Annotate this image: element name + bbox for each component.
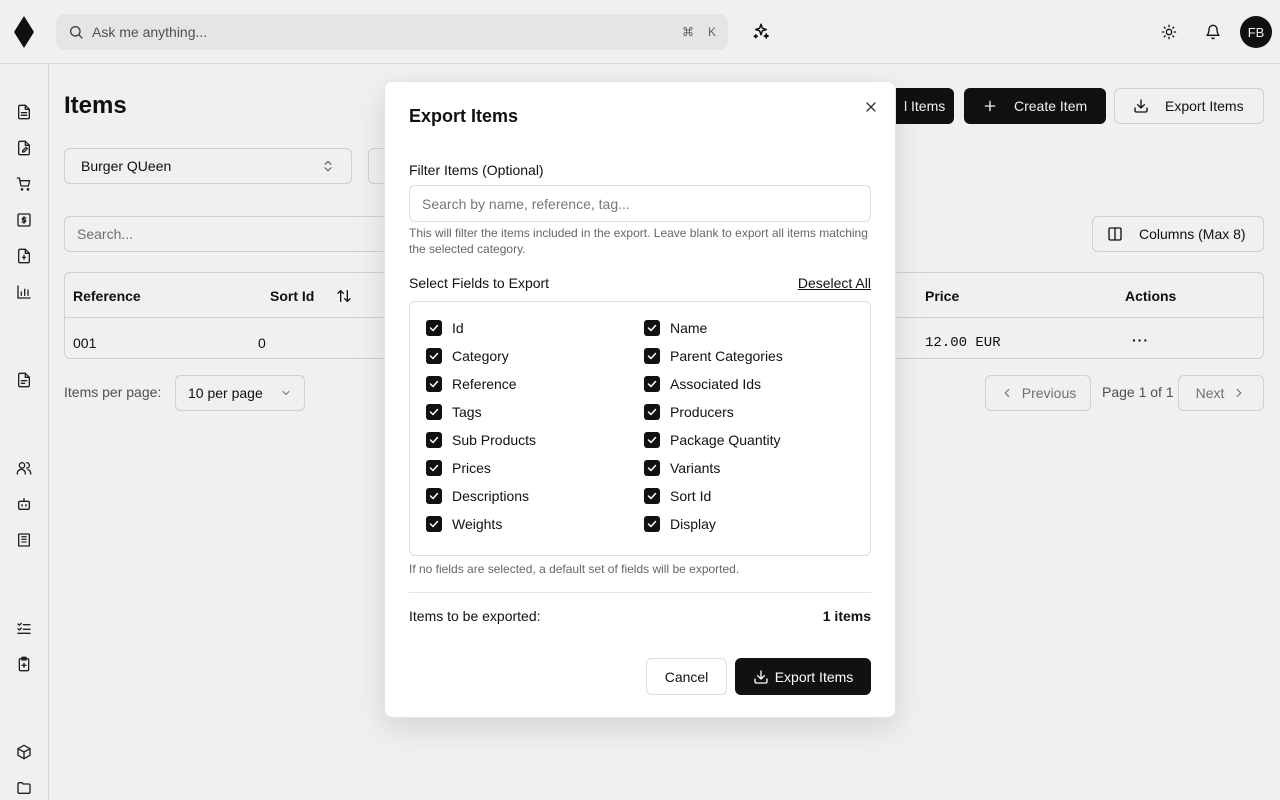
checkbox-checked[interactable] [644,516,660,532]
check-icon [429,352,439,360]
check-icon [647,380,657,388]
dialog-title: Export Items [409,106,519,126]
check-icon [429,380,439,388]
checkbox-checked[interactable] [644,404,660,420]
check-icon [429,492,439,500]
checkbox-checked[interactable] [426,404,442,420]
export-count-value: 1 items [822,608,871,624]
checkbox-checked[interactable] [644,488,660,504]
deselect-all-button[interactable]: Deselect All [798,275,871,291]
field-option-label: Reference [452,376,517,392]
check-icon [429,324,439,332]
checkbox-checked[interactable] [644,460,660,476]
check-icon [647,436,657,444]
check-icon [429,436,439,444]
field-option-label: Name [670,320,708,336]
field-option-label: Associated Ids [670,376,762,392]
field-option[interactable]: Parent Categories [644,348,783,364]
close-icon[interactable] [863,99,879,115]
checkbox-checked[interactable] [426,488,442,504]
field-option-label: Weights [452,516,503,532]
check-icon [429,520,439,528]
field-option-label: Package Quantity [670,432,781,448]
field-option[interactable]: Producers [644,404,734,420]
fields-label: Select Fields to Export [409,275,550,291]
export-items-dialog: Export Items Filter Items (Optional) Thi… [384,81,896,718]
checkbox-checked[interactable] [644,376,660,392]
filter-help-text: This will filter the items included in t… [409,226,868,256]
field-option-label: Tags [452,404,482,420]
download-icon [754,669,768,684]
checkbox-checked[interactable] [644,432,660,448]
field-option[interactable]: Prices [426,460,491,476]
filter-label: Filter Items (Optional) [409,162,544,178]
field-option[interactable]: Display [644,516,716,532]
export-count-label: Items to be exported: [409,608,541,624]
check-icon [647,352,657,360]
field-option[interactable]: Category [426,348,509,364]
field-option-label: Sub Products [452,432,537,448]
field-option-label: Prices [452,460,491,476]
cancel-button[interactable]: Cancel [646,658,727,695]
check-icon [647,324,657,332]
field-option[interactable]: Reference [426,376,517,392]
fields-list: Id Category Reference Tags Sub Products Price… [409,301,871,556]
checkbox-checked[interactable] [426,376,442,392]
checkbox-checked[interactable] [426,460,442,476]
field-option-label: Descriptions [452,488,530,504]
field-option-label: Category [452,348,509,364]
checkbox-checked[interactable] [644,348,660,364]
checkbox-checked[interactable] [426,516,442,532]
checkbox-checked[interactable] [644,320,660,336]
check-icon [647,464,657,472]
field-option[interactable]: Tags [426,404,482,420]
field-option[interactable]: Descriptions [426,488,529,504]
field-option[interactable]: Associated Ids [644,376,761,392]
fields-help-text: If no fields are selected, a default set… [409,562,740,576]
field-option[interactable]: Id [426,320,464,336]
export-confirm-button[interactable]: Export Items [735,658,871,695]
divider [409,592,871,593]
check-icon [647,520,657,528]
cancel-label: Cancel [664,668,709,685]
field-option-label: Sort Id [670,488,712,504]
checkbox-checked[interactable] [426,432,442,448]
check-icon [647,408,657,416]
check-icon [429,408,439,416]
field-option-label: Parent Categories [670,348,783,364]
check-icon [647,492,657,500]
field-option-label: Display [670,516,716,532]
filter-input[interactable] [409,185,871,222]
field-option[interactable]: Sub Products [426,432,536,448]
checkbox-checked[interactable] [426,348,442,364]
field-option[interactable]: Name [644,320,707,336]
field-option-label: Producers [670,404,734,420]
field-option[interactable]: Variants [644,460,720,476]
field-option[interactable]: Sort Id [644,488,711,504]
checkbox-checked[interactable] [426,320,442,336]
export-confirm-label: Export Items [774,668,854,685]
field-option-label: Variants [670,460,721,476]
check-icon [429,464,439,472]
field-option-label: Id [452,320,464,336]
field-option[interactable]: Package Quantity [644,432,781,448]
field-option[interactable]: Weights [426,516,502,532]
